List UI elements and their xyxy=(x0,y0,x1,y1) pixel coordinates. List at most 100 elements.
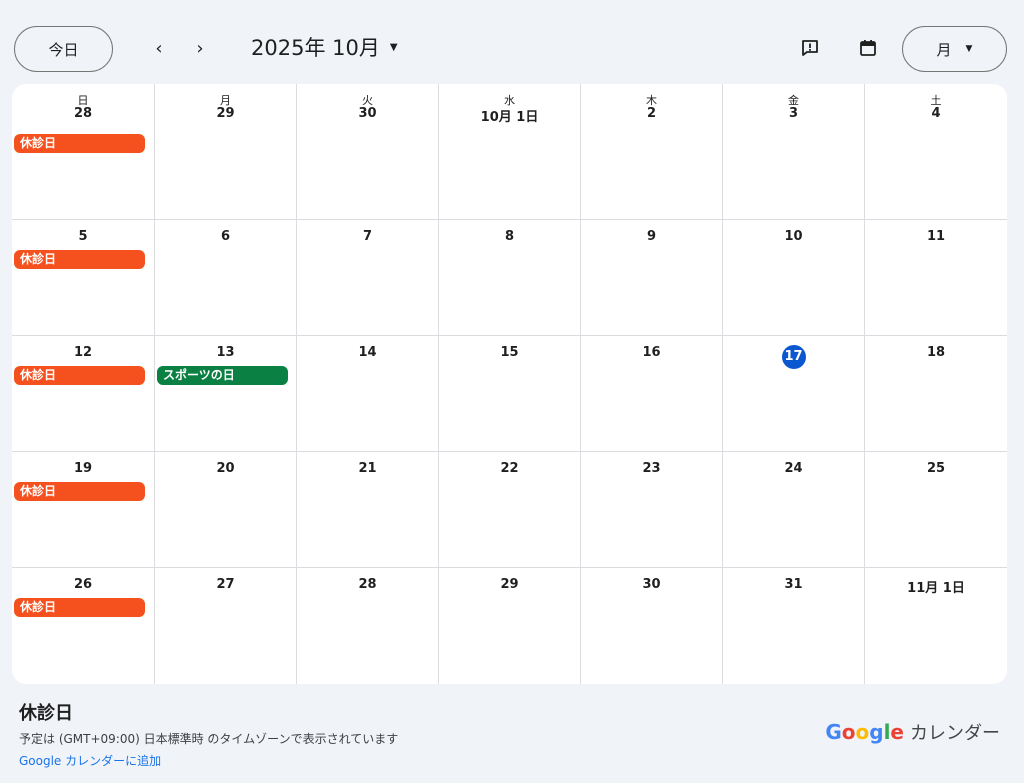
date-number-text: 29 xyxy=(500,577,519,592)
event-holiday[interactable]: スポーツの日 xyxy=(157,366,288,385)
date-number-text: 4 xyxy=(931,106,941,121)
week-row: 26 休診日 27 28 29 30 31 11月 1日 xyxy=(12,568,1007,684)
date-number[interactable]: 21 xyxy=(297,461,438,476)
day-cell[interactable]: 日 28 休診日 xyxy=(12,84,154,220)
day-cell[interactable]: 水 10月 1日 xyxy=(438,84,580,220)
event-closed-day[interactable]: 休診日 xyxy=(14,134,145,153)
day-cell[interactable]: 火 30 xyxy=(296,84,438,220)
date-number[interactable]: 19 xyxy=(12,461,154,476)
month-title-dropdown[interactable]: 2025年 10月 ▼ xyxy=(251,32,398,62)
day-cell[interactable]: 19 休診日 xyxy=(12,452,154,568)
date-number[interactable]: 15 xyxy=(439,345,580,360)
date-number[interactable]: 29 xyxy=(439,577,580,592)
day-cell[interactable]: 28 xyxy=(296,568,438,684)
previous-month-button[interactable]: ‹ xyxy=(145,34,173,62)
calendar-name: 休診日 xyxy=(19,703,73,724)
date-number[interactable]: 30 xyxy=(297,106,438,121)
calendar-icon xyxy=(860,40,876,56)
day-cell[interactable]: 11月 1日 xyxy=(864,568,1007,684)
feedback-button[interactable] xyxy=(795,33,825,63)
date-number[interactable]: 16 xyxy=(581,345,722,360)
date-number[interactable]: 11月 1日 xyxy=(865,577,1007,596)
day-cell[interactable]: 14 xyxy=(296,336,438,452)
day-cell[interactable]: 25 xyxy=(864,452,1007,568)
day-cell[interactable]: 20 xyxy=(154,452,296,568)
date-number-text: 7 xyxy=(362,229,373,244)
date-number[interactable]: 3 xyxy=(723,106,864,121)
date-number[interactable]: 8 xyxy=(439,229,580,244)
day-cell[interactable]: 木2 xyxy=(580,84,722,220)
date-number[interactable]: 26 xyxy=(12,577,154,592)
day-cell[interactable]: 15 xyxy=(438,336,580,452)
day-cell[interactable]: 8 xyxy=(438,220,580,336)
date-number[interactable]: 13 xyxy=(155,345,296,360)
date-number[interactable]: 12 xyxy=(12,345,154,360)
date-number[interactable]: 10 xyxy=(723,229,864,244)
day-cell[interactable]: 11 xyxy=(864,220,1007,336)
date-number-text: 6 xyxy=(220,229,231,244)
date-number[interactable]: 29 xyxy=(155,106,296,121)
day-cell[interactable]: 31 xyxy=(722,568,864,684)
day-cell[interactable]: 23 xyxy=(580,452,722,568)
date-number[interactable]: 18 xyxy=(865,345,1007,360)
day-cell[interactable]: 18 xyxy=(864,336,1007,452)
date-number-text: 3 xyxy=(788,106,799,121)
day-cell[interactable]: 6 xyxy=(154,220,296,336)
day-cell[interactable]: 10 xyxy=(722,220,864,336)
date-number[interactable]: 9 xyxy=(581,229,722,244)
day-cell[interactable]: 9 xyxy=(580,220,722,336)
add-to-google-calendar-link[interactable]: Google カレンダーに追加 xyxy=(19,752,161,769)
date-number[interactable]: 10月 1日 xyxy=(439,106,580,125)
google-calendar-logo: Google カレンダー xyxy=(825,719,1000,745)
date-number[interactable]: 14 xyxy=(297,345,438,360)
today-button[interactable]: 今日 xyxy=(14,26,113,72)
date-number[interactable]: 6 xyxy=(155,229,296,244)
day-cell[interactable]: 13 スポーツの日 xyxy=(154,336,296,452)
date-number-text: 2 xyxy=(646,106,657,121)
day-cell[interactable]: 26 休診日 xyxy=(12,568,154,684)
date-number[interactable]: 2 xyxy=(581,106,722,121)
day-cell[interactable]: 5 休診日 xyxy=(12,220,154,336)
day-cell[interactable]: 17 xyxy=(722,336,864,452)
date-number[interactable]: 28 xyxy=(12,106,154,121)
date-number[interactable]: 31 xyxy=(723,577,864,592)
day-cell[interactable]: 7 xyxy=(296,220,438,336)
day-cell[interactable]: 金3 xyxy=(722,84,864,220)
event-closed-day[interactable]: 休診日 xyxy=(14,598,145,617)
date-number[interactable]: 5 xyxy=(12,229,154,244)
day-cell[interactable]: 月 29 xyxy=(154,84,296,220)
day-cell[interactable]: 21 xyxy=(296,452,438,568)
day-cell[interactable]: 16 xyxy=(580,336,722,452)
open-calendar-button[interactable] xyxy=(853,33,883,63)
week-row: 19 休診日 20 21 22 23 24 25 xyxy=(12,452,1007,568)
event-closed-day[interactable]: 休診日 xyxy=(14,250,145,269)
date-number[interactable]: 27 xyxy=(155,577,296,592)
event-closed-day[interactable]: 休診日 xyxy=(14,482,145,501)
date-number[interactable]: 25 xyxy=(865,461,1007,476)
today-date-number[interactable]: 17 xyxy=(723,345,864,369)
date-number-text: 24 xyxy=(784,461,803,476)
date-number-text: 5 xyxy=(78,229,88,244)
date-number[interactable]: 28 xyxy=(297,577,438,592)
date-number[interactable]: 30 xyxy=(581,577,722,592)
view-selector-button[interactable]: 月 ▼ xyxy=(902,26,1007,72)
date-number[interactable]: 22 xyxy=(439,461,580,476)
day-cell[interactable]: 12 休診日 xyxy=(12,336,154,452)
day-cell[interactable]: 27 xyxy=(154,568,296,684)
event-closed-day[interactable]: 休診日 xyxy=(14,366,145,385)
date-number[interactable]: 20 xyxy=(155,461,296,476)
day-cell[interactable]: 29 xyxy=(438,568,580,684)
day-cell[interactable]: 24 xyxy=(722,452,864,568)
date-number-text: 14 xyxy=(358,345,377,360)
date-number[interactable]: 24 xyxy=(723,461,864,476)
day-cell[interactable]: 土4 xyxy=(864,84,1007,220)
date-number[interactable]: 7 xyxy=(297,229,438,244)
day-cell[interactable]: 22 xyxy=(438,452,580,568)
date-number-text: 30 xyxy=(642,577,661,592)
date-number[interactable]: 4 xyxy=(865,106,1007,121)
next-month-button[interactable]: › xyxy=(186,34,214,62)
date-number[interactable]: 23 xyxy=(581,461,722,476)
date-number-text: 25 xyxy=(926,461,946,476)
date-number[interactable]: 11 xyxy=(865,229,1007,244)
day-cell[interactable]: 30 xyxy=(580,568,722,684)
